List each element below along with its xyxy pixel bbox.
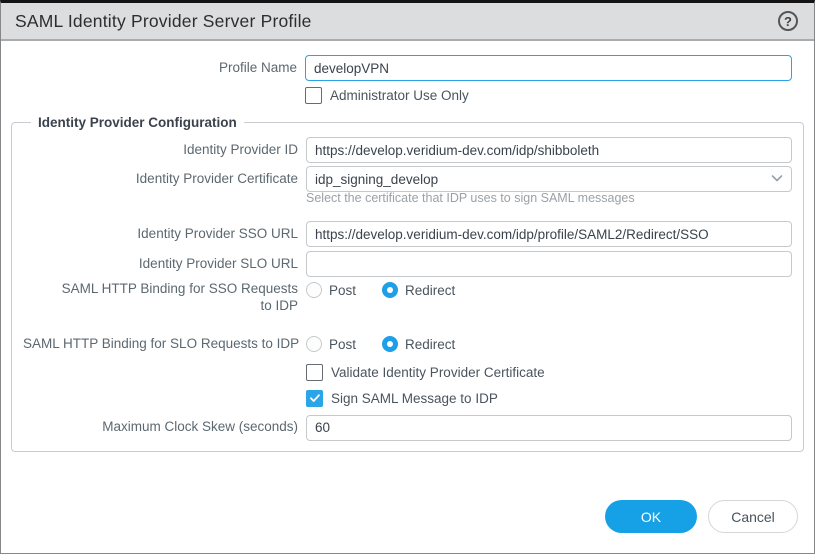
sso-binding-option-redirect[interactable]: Redirect [382,282,455,298]
idp-sso-url-input[interactable] [306,221,792,247]
slo-binding-option-post[interactable]: Post [306,336,356,352]
checkbox-unchecked-icon[interactable] [306,364,323,381]
slo-binding-row: SAML HTTP Binding for SLO Requests to ID… [23,336,792,353]
saml-idp-server-profile-dialog: SAML Identity Provider Server Profile ? … [0,0,815,554]
idp-slo-url-row: Identity Provider SLO URL [23,251,792,277]
sign-saml-message-row: Sign SAML Message to IDP [23,390,792,407]
idp-sso-url-label: Identity Provider SSO URL [23,226,298,243]
dialog-title: SAML Identity Provider Server Profile [15,11,312,32]
check-icon [309,392,321,404]
radio-selected-icon[interactable] [382,336,398,352]
max-clock-skew-label: Maximum Clock Skew (seconds) [23,419,298,436]
admin-use-only-checkbox[interactable]: Administrator Use Only [305,87,469,104]
sso-binding-option-post[interactable]: Post [306,282,356,298]
validate-idp-cert-checkbox[interactable]: Validate Identity Provider Certificate [306,364,545,381]
dialog-body: Profile Name Administrator Use Only Iden… [1,41,814,500]
profile-name-label: Profile Name [1,60,297,77]
idp-sso-url-row: Identity Provider SSO URL [23,221,792,247]
checkbox-unchecked-icon[interactable] [305,87,322,104]
validate-idp-cert-row: Validate Identity Provider Certificate [23,364,792,381]
ok-button[interactable]: OK [605,500,697,533]
idp-certificate-label: Identity Provider Certificate [23,171,298,188]
chevron-down-icon [769,170,785,189]
admin-use-only-row: Administrator Use Only [1,87,814,104]
sign-saml-message-label: Sign SAML Message to IDP [331,391,498,406]
idp-id-row: Identity Provider ID [23,137,792,163]
idp-id-label: Identity Provider ID [23,142,298,159]
idp-certificate-helper-text: Select the certificate that IDP uses to … [306,191,635,205]
idp-id-input[interactable] [306,137,792,163]
max-clock-skew-row: Maximum Clock Skew (seconds) [23,415,792,441]
profile-name-row: Profile Name [1,55,814,81]
identity-provider-configuration-legend: Identity Provider Configuration [31,115,244,130]
radio-unselected-icon[interactable] [306,336,322,352]
checkbox-checked-icon[interactable] [306,390,323,407]
idp-slo-url-input[interactable] [306,251,792,277]
slo-binding-label: SAML HTTP Binding for SLO Requests to ID… [23,336,298,353]
admin-use-only-label: Administrator Use Only [330,88,469,103]
slo-binding-option-redirect[interactable]: Redirect [382,336,455,352]
radio-unselected-icon[interactable] [306,282,322,298]
sso-binding-label: SAML HTTP Binding for SSO Requests to ID… [23,281,298,315]
sign-saml-message-checkbox[interactable]: Sign SAML Message to IDP [306,390,498,407]
dialog-titlebar: SAML Identity Provider Server Profile ? [1,3,814,41]
profile-name-input[interactable] [305,55,792,81]
idp-slo-url-label: Identity Provider SLO URL [23,256,298,273]
help-icon[interactable]: ? [778,11,798,31]
dialog-footer: OK Cancel [1,500,814,553]
cancel-button[interactable]: Cancel [708,500,798,533]
max-clock-skew-input[interactable] [306,415,792,441]
radio-selected-icon[interactable] [382,282,398,298]
identity-provider-configuration-group: Identity Provider Configuration Identity… [11,115,804,452]
idp-certificate-selected-value: idp_signing_develop [315,172,769,187]
validate-idp-cert-label: Validate Identity Provider Certificate [331,365,545,380]
sso-binding-row: SAML HTTP Binding for SSO Requests to ID… [23,281,792,315]
